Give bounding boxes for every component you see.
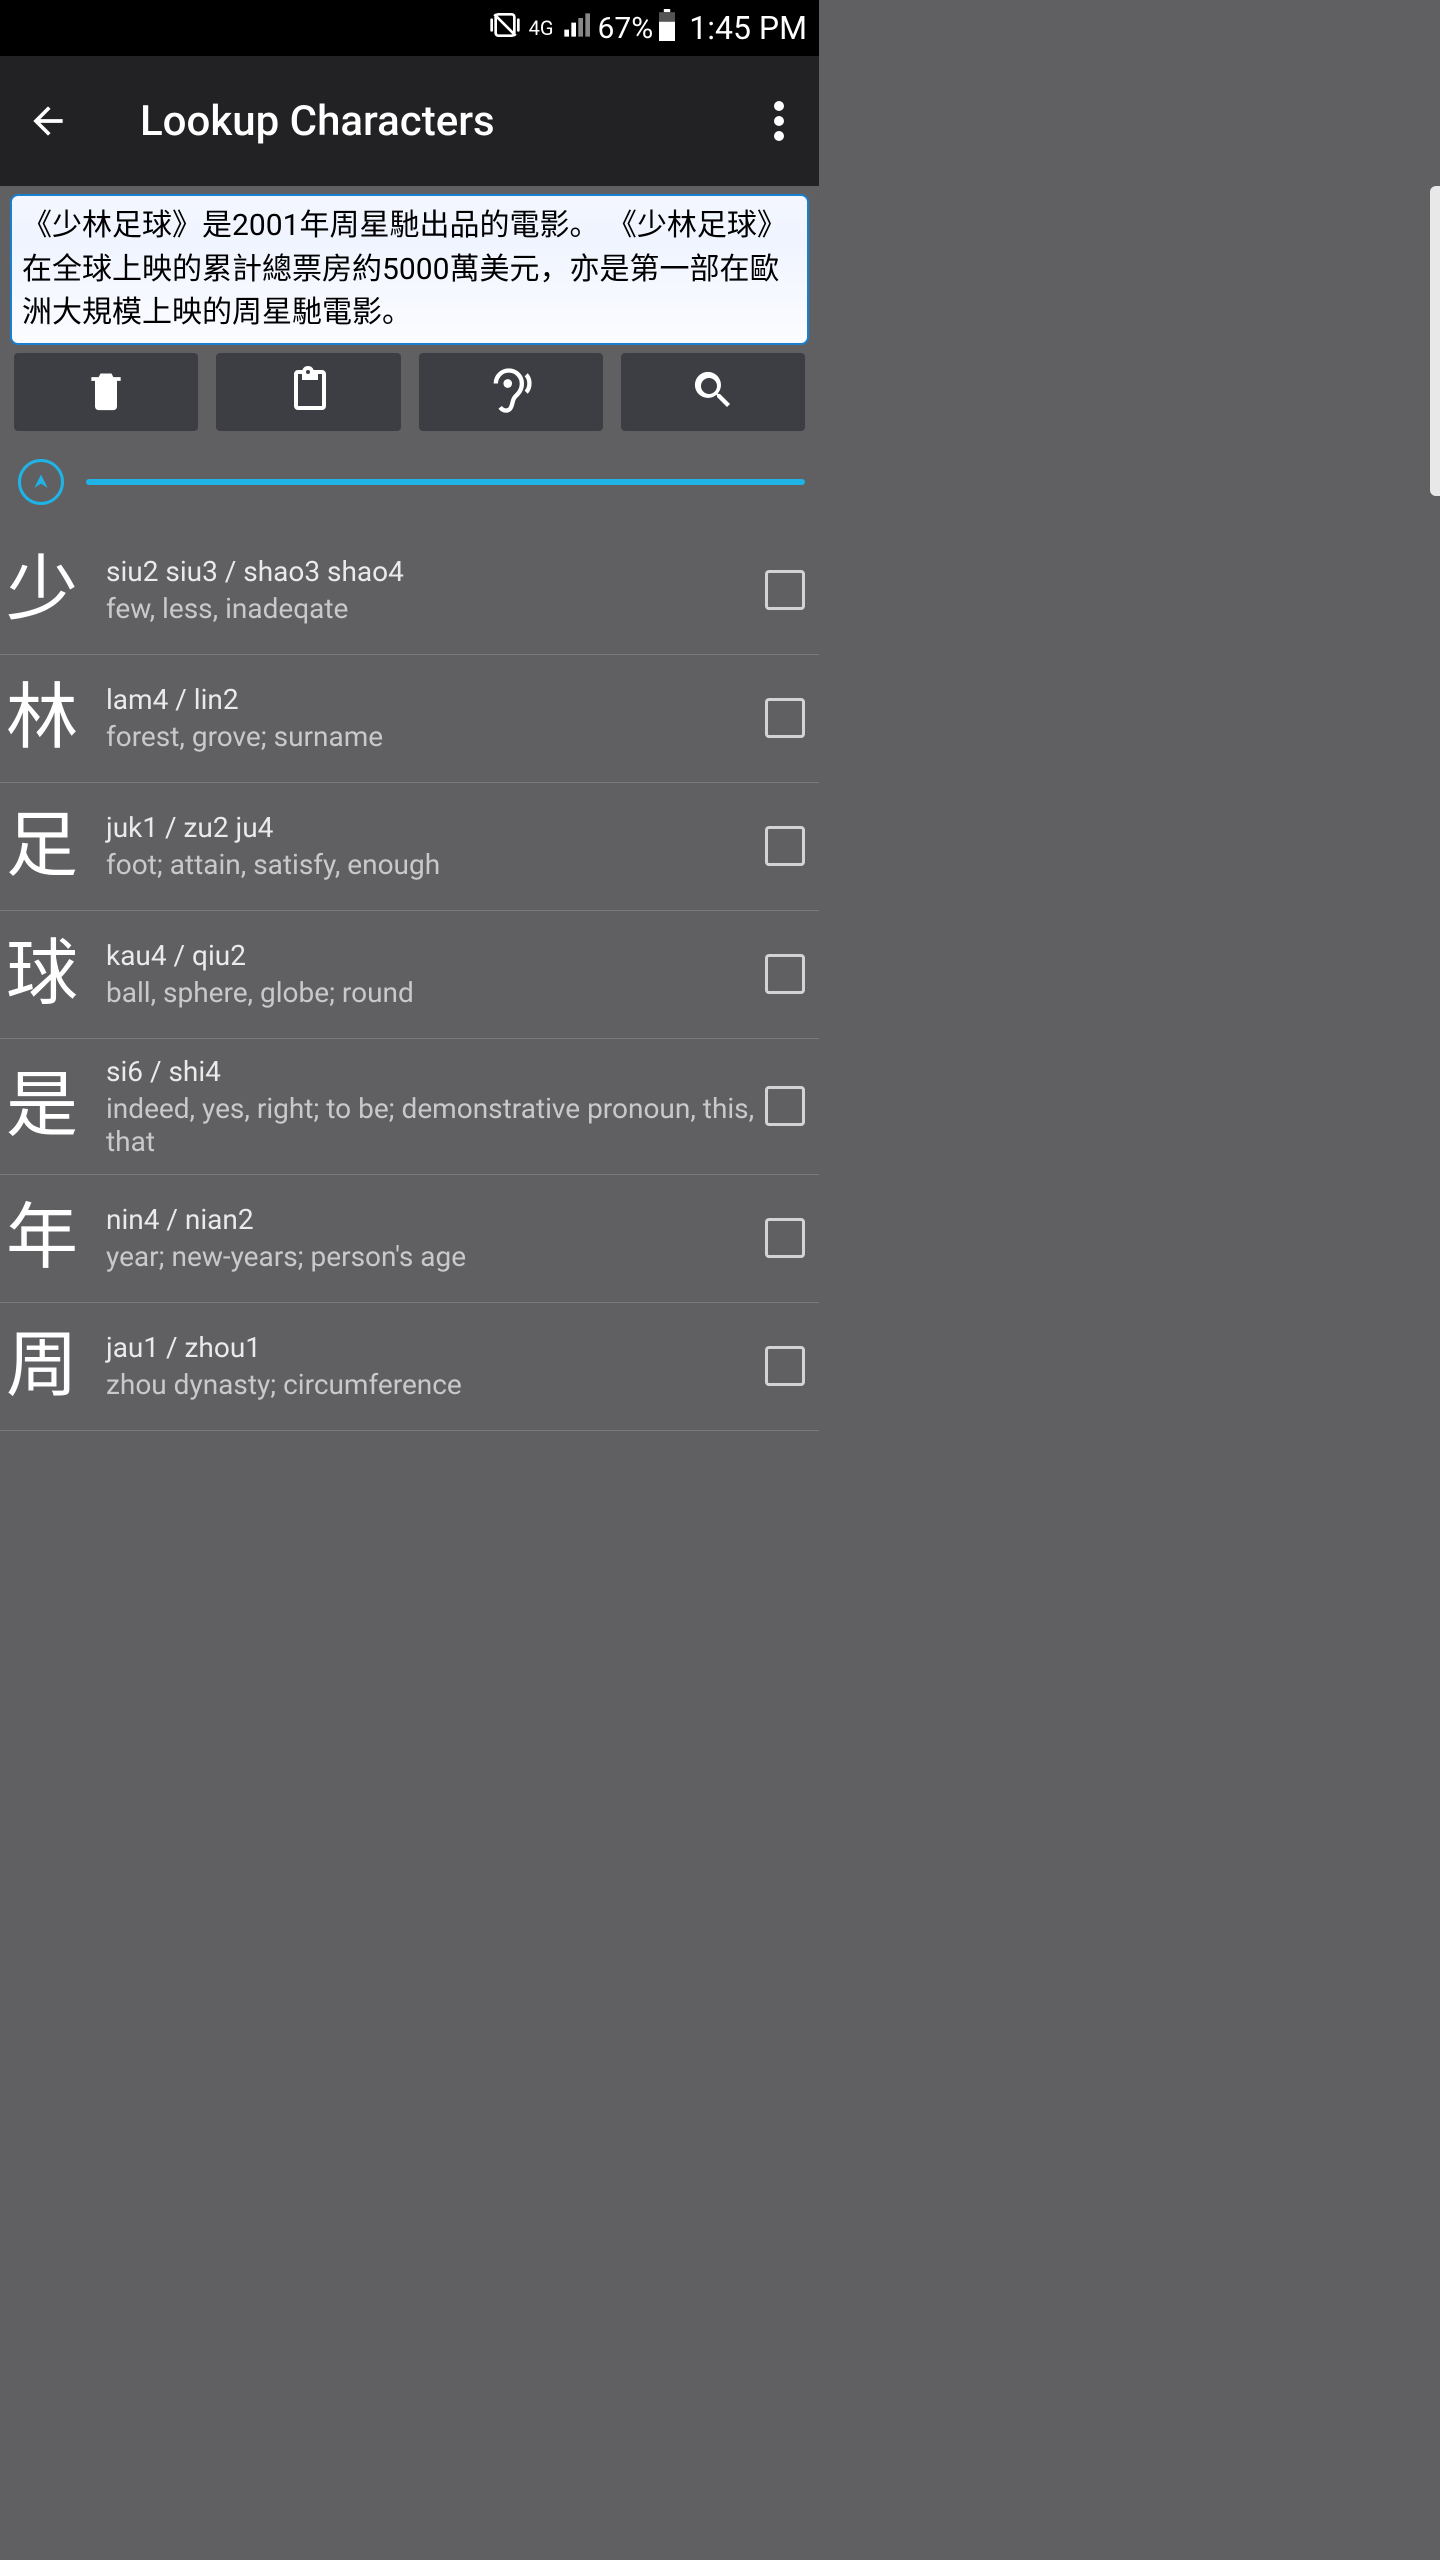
entry-text: juk1 / zu2 ju4 foot; attain, satisfy, en… <box>106 811 765 881</box>
list-item[interactable]: 是 si6 / shi4 indeed, yes, right; to be; … <box>0 1039 819 1175</box>
listen-button[interactable] <box>419 353 603 431</box>
pronunciation: juk1 / zu2 ju4 <box>106 811 757 844</box>
app-bar: Lookup Characters <box>0 56 819 186</box>
battery-percent: 67% <box>598 11 654 46</box>
pronunciation: si6 / shi4 <box>106 1055 757 1088</box>
pronunciation: lam4 / lin2 <box>106 683 757 716</box>
list-item[interactable]: 周 jau1 / zhou1 zhou dynasty; circumferen… <box>0 1303 819 1431</box>
overflow-menu-button[interactable] <box>755 89 803 153</box>
definition: ball, sphere, globe; round <box>106 976 757 1009</box>
trash-icon <box>84 364 128 420</box>
definition: foot; attain, satisfy, enough <box>106 848 757 881</box>
paste-button[interactable] <box>216 353 400 431</box>
clock: 1:45 PM <box>689 9 807 47</box>
pronunciation: nin4 / nian2 <box>106 1203 757 1236</box>
character-glyph: 足 <box>6 810 106 882</box>
pronunciation: siu2 siu3 / shao3 shao4 <box>106 555 757 588</box>
character-glyph: 球 <box>6 938 106 1010</box>
search-icon <box>689 366 737 418</box>
page-title: Lookup Characters <box>140 97 755 146</box>
entry-text: siu2 siu3 / shao3 shao4 few, less, inade… <box>106 555 765 625</box>
network-type-label: 4G <box>529 18 554 38</box>
definition: year; new-years; person's age <box>106 1240 757 1273</box>
progress-row <box>0 437 819 527</box>
signal-icon <box>562 11 590 46</box>
navigate-up-icon[interactable] <box>18 459 64 505</box>
select-checkbox[interactable] <box>765 570 805 610</box>
select-checkbox[interactable] <box>765 1346 805 1386</box>
character-glyph: 少 <box>6 554 106 626</box>
list-item[interactable]: 年 nin4 / nian2 year; new-years; person's… <box>0 1175 819 1303</box>
list-item[interactable]: 球 kau4 / qiu2 ball, sphere, globe; round <box>0 911 819 1039</box>
character-glyph: 周 <box>6 1330 106 1402</box>
select-checkbox[interactable] <box>765 1086 805 1126</box>
lookup-text-input[interactable]: 《少林足球》是2001年周星馳出品的電影。 《少林足球》在全球上映的累計總票房約… <box>10 194 809 345</box>
ear-icon <box>485 362 537 422</box>
vibrate-mute-icon <box>489 9 521 48</box>
battery-icon <box>657 9 677 48</box>
list-item[interactable]: 林 lam4 / lin2 forest, grove; surname <box>0 655 819 783</box>
entry-text: nin4 / nian2 year; new-years; person's a… <box>106 1203 765 1273</box>
input-container: 《少林足球》是2001年周星馳出品的電影。 《少林足球》在全球上映的累計總票房約… <box>0 186 819 349</box>
search-button[interactable] <box>621 353 805 431</box>
definition: indeed, yes, right; to be; demonstrative… <box>106 1092 757 1158</box>
delete-button[interactable] <box>14 353 198 431</box>
character-glyph: 年 <box>6 1202 106 1274</box>
list-item[interactable]: 少 siu2 siu3 / shao3 shao4 few, less, ina… <box>0 527 819 655</box>
status-bar: 4G 67% 1:45 PM <box>0 0 819 56</box>
character-list: 少 siu2 siu3 / shao3 shao4 few, less, ina… <box>0 527 819 1431</box>
character-glyph: 是 <box>6 1070 106 1142</box>
character-glyph: 林 <box>6 682 106 754</box>
select-checkbox[interactable] <box>765 698 805 738</box>
select-checkbox[interactable] <box>765 1218 805 1258</box>
entry-text: kau4 / qiu2 ball, sphere, globe; round <box>106 939 765 1009</box>
definition: zhou dynasty; circumference <box>106 1368 757 1401</box>
select-checkbox[interactable] <box>765 826 805 866</box>
entry-text: jau1 / zhou1 zhou dynasty; circumference <box>106 1331 765 1401</box>
pronunciation: kau4 / qiu2 <box>106 939 757 972</box>
progress-slider[interactable] <box>86 479 805 485</box>
clipboard-icon <box>284 363 332 421</box>
entry-text: lam4 / lin2 forest, grove; surname <box>106 683 765 753</box>
list-item[interactable]: 足 juk1 / zu2 ju4 foot; attain, satisfy, … <box>0 783 819 911</box>
select-checkbox[interactable] <box>765 954 805 994</box>
definition: forest, grove; surname <box>106 720 757 753</box>
action-row <box>0 349 819 437</box>
definition: few, less, inadeqate <box>106 592 757 625</box>
entry-text: si6 / shi4 indeed, yes, right; to be; de… <box>106 1055 765 1158</box>
scroll-handle[interactable] <box>1430 186 1440 496</box>
pronunciation: jau1 / zhou1 <box>106 1331 757 1364</box>
back-button[interactable] <box>16 89 80 153</box>
